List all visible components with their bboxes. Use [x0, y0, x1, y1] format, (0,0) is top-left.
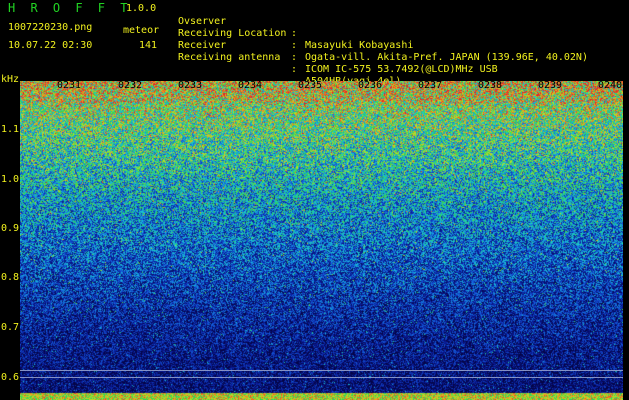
app-version: 1.0.0: [126, 3, 157, 14]
filename: 1007220230.png: [8, 22, 93, 33]
time-label: 0237: [418, 80, 443, 91]
info-row-location: Receiving Location : Ogata-vill. Akita-P…: [178, 16, 588, 63]
reference-line: [20, 377, 623, 378]
meteor-count: 141: [139, 40, 158, 51]
info-row-receiver: Receiver : ICOM IC-575 53.7492(@LCD)MHz …: [178, 28, 498, 75]
y-tick-label: 0.7: [1, 322, 20, 333]
app-title: H R O F F T: [8, 1, 132, 15]
time-label: 0240: [598, 80, 623, 91]
info-row-antenna: Receiving antenna : A504HB(yagi 4el): [178, 40, 401, 87]
info-separator: :: [291, 40, 298, 51]
info-separator: :: [291, 64, 298, 75]
y-axis-unit: kHz: [1, 74, 20, 85]
time-label: 0231: [57, 80, 82, 91]
info-row-observer: Ovserver : Masayuki Kobayashi: [178, 4, 413, 51]
info-separator: :: [291, 28, 298, 39]
y-tick-label: 1.1: [1, 124, 20, 135]
spectrogram: [20, 81, 623, 400]
time-label: 0232: [118, 80, 143, 91]
info-separator: :: [291, 52, 298, 63]
y-tick-label: 0.6: [1, 372, 20, 383]
info-label: Receiving antenna: [178, 52, 281, 63]
info-value: Ogata-vill. Akita-Pref. JAPAN (139.96E, …: [305, 52, 588, 63]
time-label: 0233: [178, 80, 203, 91]
mode-label: meteor: [123, 25, 160, 36]
y-tick-label: 0.9: [1, 223, 20, 234]
time-label: 0239: [538, 80, 563, 91]
y-tick-label: 1.0: [1, 174, 20, 185]
y-tick-label: 0.8: [1, 272, 20, 283]
time-label: 0238: [478, 80, 503, 91]
info-value: Masayuki Kobayashi: [305, 40, 414, 51]
datetime: 10.07.22 02:30: [8, 40, 93, 51]
time-label: 0234: [238, 80, 263, 91]
time-label: 0236: [358, 80, 383, 91]
reference-line: [20, 370, 623, 371]
spectrogram-canvas: [20, 81, 623, 400]
info-value: ICOM IC-575 53.7492(@LCD)MHz USB: [305, 64, 498, 75]
time-label: 0235: [298, 80, 323, 91]
